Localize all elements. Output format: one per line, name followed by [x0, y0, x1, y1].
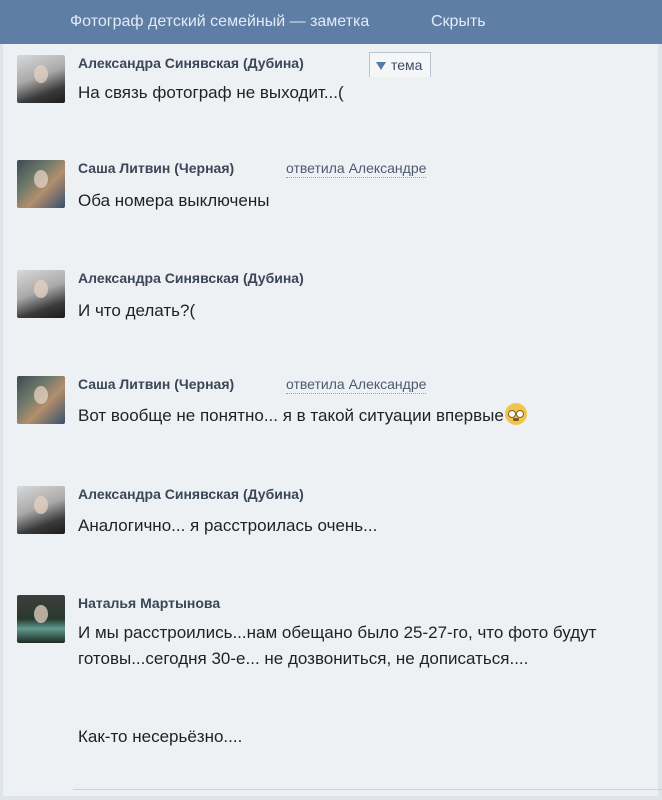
- comment-text: На связь фотограф не выходит...(: [78, 83, 344, 102]
- avatar[interactable]: [17, 376, 65, 424]
- comment-author[interactable]: Саша Литвин (Черная): [78, 160, 234, 176]
- comment-text: Вот вообще не понятно... я в такой ситуа…: [78, 406, 504, 425]
- comments-panel: Александра Синявская (Дубина) тема На св…: [3, 44, 662, 796]
- topic-dropdown[interactable]: тема: [369, 52, 432, 77]
- comment-author[interactable]: Александра Синявская (Дубина): [78, 55, 304, 71]
- note-title[interactable]: Фотограф детский семейный — заметка: [70, 13, 369, 31]
- comment-message: Вот вообще не понятно... я в такой ситуа…: [78, 403, 527, 429]
- hide-button[interactable]: Скрыть: [431, 13, 486, 31]
- topic-label: тема: [391, 57, 423, 73]
- avatar[interactable]: [17, 270, 65, 318]
- comment-text: Оба номера выключены: [78, 191, 270, 210]
- avatar[interactable]: [17, 55, 65, 103]
- rolling-eyes-emoji-icon: [504, 403, 527, 425]
- comment-text: И мы расстроились...нам обещано было 25-…: [78, 623, 597, 746]
- comment-text: И что делать?(: [78, 301, 196, 320]
- dropdown-triangle-icon: [376, 62, 386, 71]
- comment-author[interactable]: Александра Синявская (Дубина): [78, 486, 304, 502]
- avatar[interactable]: [17, 595, 65, 643]
- comment-author[interactable]: Наталья Мартынова: [78, 595, 220, 611]
- divider: [73, 789, 662, 790]
- topbar: Фотограф детский семейный — заметка Скры…: [0, 0, 662, 44]
- comment-author[interactable]: Саша Литвин (Черная): [78, 376, 234, 392]
- avatar[interactable]: [17, 160, 65, 208]
- comment-text: Аналогично... я расстроилась очень...: [78, 516, 378, 535]
- comment-author[interactable]: Александра Синявская (Дубина): [78, 270, 304, 286]
- avatar[interactable]: [17, 486, 65, 534]
- reply-to-link[interactable]: ответила Александре: [286, 376, 427, 394]
- reply-to-link[interactable]: ответила Александре: [286, 160, 427, 178]
